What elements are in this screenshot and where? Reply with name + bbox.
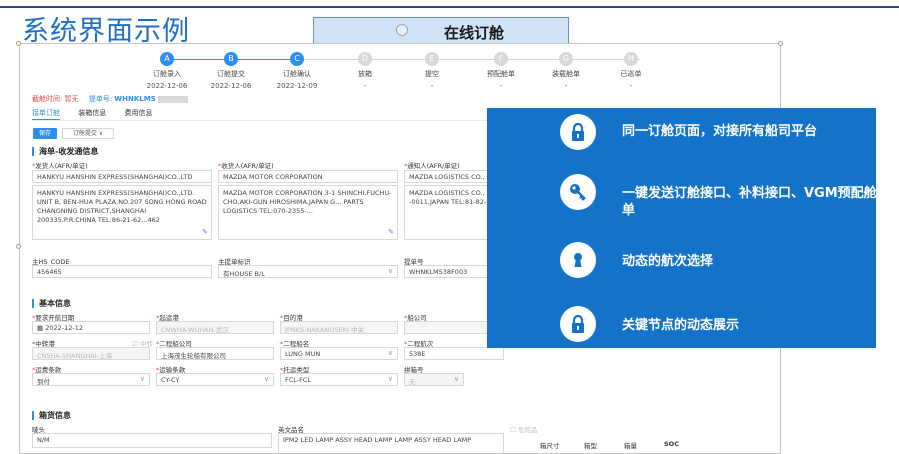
- key-icon: [560, 174, 596, 210]
- table-header-type: 箱型: [584, 442, 597, 450]
- calendar-icon: ▦: [37, 324, 46, 332]
- consign-select[interactable]: FCL-FCL ∨: [280, 373, 398, 386]
- section-title-cargo: 箱货信息: [32, 411, 71, 420]
- step-marker: A: [160, 52, 174, 66]
- shipper-label: *发货人(AFR/单证): [32, 162, 88, 170]
- second-carrier-select[interactable]: 上海茂生轮船有限公司: [156, 347, 274, 360]
- resize-handle[interactable]: [16, 41, 21, 46]
- shipper-address-text: HANKYU HANSHIN EXPRESS(SHANGHAI)CO.,LTD.…: [37, 189, 207, 224]
- keyhole-icon: [560, 242, 596, 278]
- step-marker: G: [559, 52, 573, 66]
- transport-select[interactable]: CY-CY ∨: [156, 373, 274, 386]
- step-date: -: [629, 82, 633, 90]
- notify-label-text: 通知人(AFR/单证): [407, 162, 460, 170]
- transport-value: CY-CY: [161, 376, 180, 384]
- deadline-value: 暂无: [64, 95, 79, 103]
- step-marker: D: [358, 52, 372, 66]
- table-header-soc: SOC: [664, 440, 679, 448]
- shipper-label-text: 发货人(AFR/单证): [35, 162, 88, 170]
- caption-box: 在线订舱: [313, 17, 569, 44]
- consignee-label-text: 收货人(AFR/单证): [221, 162, 274, 170]
- step-label: 已巡单: [620, 70, 642, 78]
- notify-label: *通知人(AFR/单证): [404, 162, 460, 170]
- section-title-basic: 基本信息: [32, 299, 71, 308]
- table-header-size: 箱尺寸: [540, 442, 560, 450]
- step-marker: F: [494, 52, 508, 66]
- edit-icon[interactable]: ✎: [202, 228, 208, 237]
- top-rule: [0, 6, 899, 8]
- step-marker: C: [290, 52, 304, 66]
- save-button[interactable]: 保存: [33, 128, 57, 139]
- pod-input: JPNKS-NAKANOSEKI-中关: [280, 321, 398, 334]
- step-marker: E: [425, 52, 439, 66]
- order-meta: 截舱时间: 暂无 提单号: WHNKLMS: [32, 94, 188, 104]
- freight-value: 到付: [37, 378, 50, 386]
- feature-text-4: 关键节点的动态展示: [622, 318, 740, 333]
- danger-checkbox-label: 危险品: [517, 426, 538, 434]
- lock-icon: [560, 306, 596, 342]
- second-vessel-value: LUNG MUN: [285, 350, 321, 358]
- chevron-down-icon: ∨: [263, 375, 269, 383]
- etd-value: 2022-12-12: [45, 324, 83, 332]
- step-done: H 已巡单 -: [586, 52, 676, 90]
- chevron-down-icon: ∨: [387, 349, 393, 357]
- tab-packing[interactable]: 装箱信息: [78, 109, 106, 117]
- order-value: WHNKLMS: [114, 95, 156, 103]
- bl-mark-select[interactable]: 有HOUSE B/L ∨: [218, 265, 398, 278]
- step-marker: B: [224, 52, 238, 66]
- tab-booking[interactable]: 接单订舱: [32, 109, 60, 120]
- chevron-down-icon: ∨: [387, 375, 393, 383]
- lock-icon: [560, 114, 596, 150]
- goods-textarea[interactable]: IPM2 LED LAMP ASSY HEAD LAMP LAMP ASSY H…: [278, 433, 504, 453]
- freight-select[interactable]: 到付 ∨: [32, 373, 150, 386]
- feature-text-2: 一键发送订舱接口、补料接口、VGM预配舱单: [622, 186, 877, 218]
- feature-text-1: 同一订舱页面，对接所有船司平台: [622, 124, 818, 139]
- shipper-select[interactable]: HANKYU HANSHIN EXPRESS(SHANGHAI)CO.,LTD: [32, 170, 212, 183]
- marks-input[interactable]: N/M: [32, 433, 272, 448]
- danger-checkbox[interactable]: ☐ 危险品: [510, 424, 537, 434]
- submit-booking-button[interactable]: 订舱提交 ∨: [62, 128, 114, 139]
- consign-value: FCL-FCL: [285, 376, 312, 384]
- rotate-handle-icon: [396, 24, 408, 36]
- feature-text-3: 动态的航次选择: [622, 254, 714, 269]
- consignee-label: *收货人(AFR/单证): [218, 162, 274, 170]
- second-vessel-select[interactable]: LUNG MUN ∨: [280, 347, 398, 360]
- section-title-parties: 海单-收发通信息: [32, 147, 98, 156]
- tab-bar: 接单订舱 装箱信息 费用信息: [32, 108, 168, 120]
- hs-code-input[interactable]: 456465: [32, 265, 212, 278]
- resize-handle[interactable]: [778, 41, 783, 46]
- lcl-select: 无 ∨: [404, 373, 464, 386]
- table-header-qty: 箱量: [624, 442, 637, 450]
- chevron-down-icon: ∨: [387, 267, 393, 275]
- chevron-down-icon: ∨: [139, 375, 145, 383]
- tab-fees[interactable]: 费用信息: [124, 109, 152, 117]
- resize-handle[interactable]: [16, 244, 21, 249]
- transit-input: CNSHA-SHANGHAI-上海: [32, 347, 150, 360]
- step-marker: H: [624, 52, 638, 66]
- order-label: 提单号:: [88, 95, 113, 103]
- chevron-down-icon: ∨: [453, 375, 459, 383]
- lcl-value: 无: [409, 378, 416, 386]
- deadline-label: 截舱时间:: [32, 95, 63, 103]
- etd-date-input[interactable]: ▦ 2022-12-12: [32, 321, 150, 334]
- redacted-block: [158, 95, 188, 103]
- slide: 系统界面示例 在线订舱 A 订舱录入 2022-12-06 B 订舱提交 202…: [0, 0, 899, 454]
- shipper-address[interactable]: HANKYU HANSHIN EXPRESS(SHANGHAI)CO.,LTD.…: [32, 185, 212, 240]
- caption-text: 在线订舱: [444, 24, 505, 42]
- edit-icon[interactable]: ✎: [388, 228, 394, 237]
- consignee-address-text: MAZDA MOTOR CORPORATION 3-1 SHINCHI,FUCH…: [223, 189, 392, 215]
- pol-input: CNWHA-WUHAN-武汉: [156, 321, 274, 334]
- consignee-select[interactable]: MAZDA MOTOR CORPORATION: [218, 170, 398, 183]
- bl-mark-value: 有HOUSE B/L: [223, 270, 265, 278]
- feature-overlay: 同一订舱页面，对接所有船司平台 一键发送订舱接口、补料接口、VGM预配舱单 动态…: [487, 108, 877, 348]
- second-voyage-input[interactable]: 538E: [404, 347, 504, 360]
- checkbox-icon: ☐: [510, 426, 518, 434]
- consignee-address[interactable]: MAZDA MOTOR CORPORATION 3-1 SHINCHI,FUCH…: [218, 185, 398, 240]
